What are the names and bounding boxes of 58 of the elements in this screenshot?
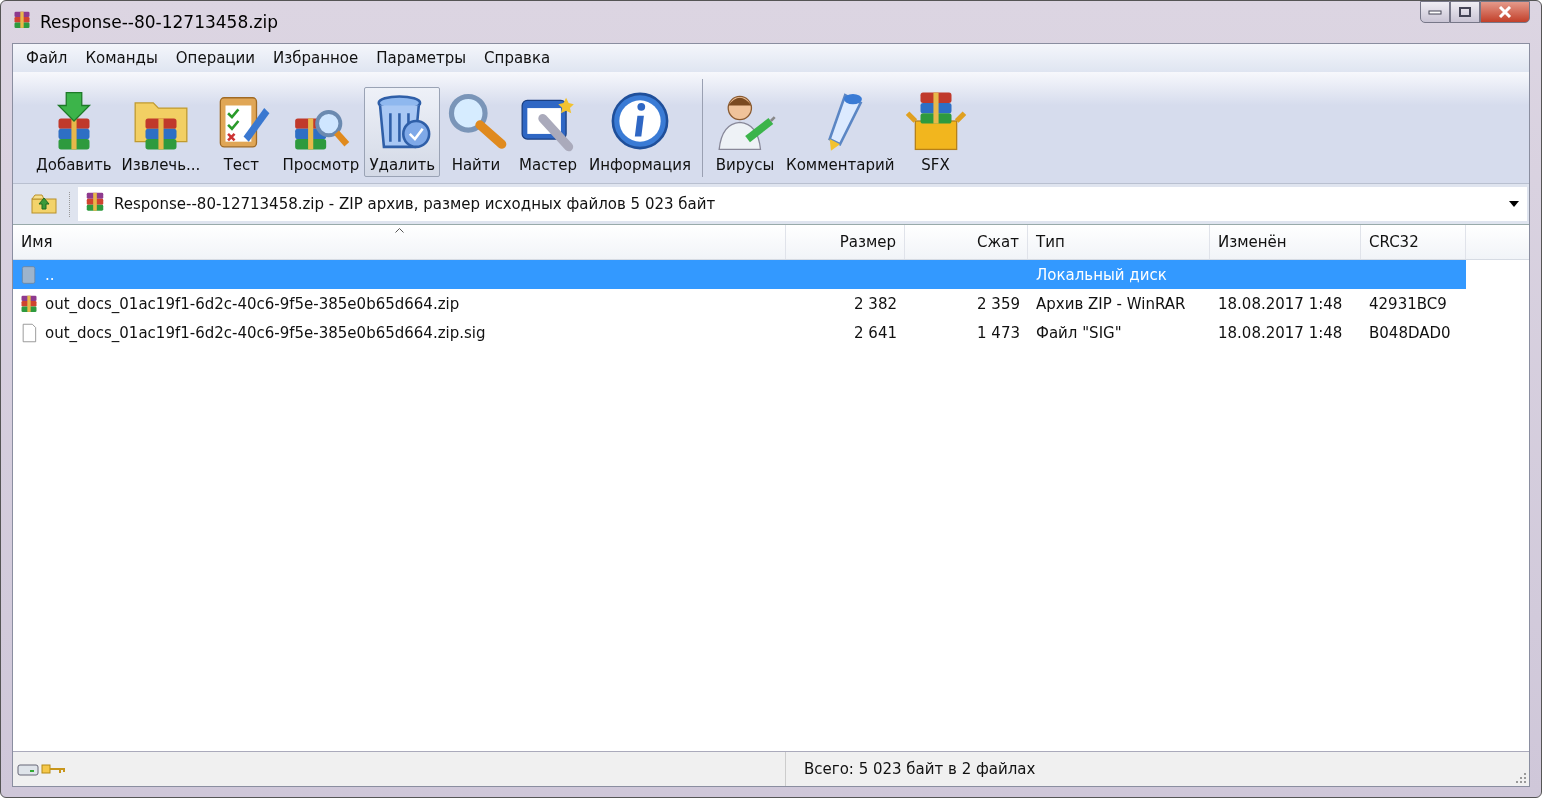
menu-item[interactable]: Справка [475, 49, 560, 67]
address-field[interactable]: Response--80-12713458.zip - ZIP архив, размер исходных файлов 5 023 байт [78, 187, 1527, 221]
column-header[interactable]: Сжат [905, 225, 1028, 259]
menu-item[interactable]: Команды [76, 49, 167, 67]
archive-icon [19, 293, 39, 314]
table-cell: B048DAD0 [1369, 323, 1451, 342]
address-text: Response--80-12713458.zip - ZIP архив, размер исходных файлов 5 023 байт [114, 195, 716, 213]
resize-grip-icon [1516, 773, 1526, 783]
table-cell: 42931BC9 [1369, 294, 1447, 313]
toolbar-button[interactable]: Найти [440, 87, 512, 177]
menu-item[interactable]: Параметры [367, 49, 476, 67]
table-cell: out_docs_01ac19f1-6d2c-40c6-9f5e-385e0b65d664.zip [45, 294, 460, 313]
toolbar-button[interactable]: Тест [205, 87, 278, 177]
file-row[interactable]: out_docs_01ac19f1-6d2c-40c6-9f5e-385e0b65d664.zip.sig 2 641 1 473 Файл "SIG" 18.08.2017 1:48 B048DAD0 [13, 318, 1466, 347]
window-title: Response--80-12713458.zip [40, 12, 279, 32]
column-header[interactable]: Изменён [1210, 225, 1361, 259]
column-header[interactable]: Тип [1028, 225, 1210, 259]
column-header[interactable]: CRC32 [1361, 225, 1466, 259]
table-cell: 2 641 [854, 323, 897, 342]
table-cell: Архив ZIP - WinRAR [1036, 294, 1186, 313]
status-text: Всего: 5 023 байт в 2 файлах [803, 760, 1036, 778]
toolbar-button[interactable]: SFX [899, 87, 972, 177]
toolbar-button[interactable]: Информация [584, 87, 697, 177]
menu-item[interactable]: Операции [166, 49, 265, 67]
table-cell: 1 473 [977, 323, 1020, 342]
table-cell: .. [45, 265, 55, 284]
file-row[interactable]: out_docs_01ac19f1-6d2c-40c6-9f5e-385e0b65d664.zip 2 382 2 359 Архив ZIP - WinRAR 18.08.2017 1:48 42931BC9 [13, 289, 1466, 318]
toolbar-button[interactable]: Комментарий [781, 87, 900, 177]
dropdown-arrow-icon [1509, 201, 1519, 207]
toolbar-button[interactable]: Просмотр [277, 87, 365, 177]
toolbar-button[interactable]: Мастер [512, 87, 584, 177]
close-button[interactable] [1480, 1, 1530, 23]
column-header[interactable]: Размер [786, 225, 905, 259]
minimize-button[interactable] [1420, 1, 1450, 23]
key-icon [41, 763, 67, 775]
box-with-books-icon [904, 90, 967, 152]
maximize-button[interactable] [1450, 1, 1480, 23]
table-cell: 2 359 [977, 294, 1020, 313]
toolbar-button[interactable]: Вирусы [709, 87, 782, 177]
drive-icon [17, 762, 39, 776]
toolbar-button[interactable]: Удалить [364, 87, 440, 177]
maximize-icon [1458, 6, 1472, 18]
table-cell: 18.08.2017 1:48 [1218, 294, 1343, 313]
info-icon [609, 90, 671, 152]
toolbar-button[interactable]: Добавить [31, 87, 117, 177]
column-header[interactable]: Имя [13, 225, 786, 259]
menu-item[interactable]: Файл [17, 49, 77, 67]
close-icon [1498, 6, 1512, 18]
table-cell: 18.08.2017 1:48 [1218, 323, 1343, 342]
archive-icon [84, 191, 106, 213]
table-cell: Файл "SIG" [1036, 323, 1122, 342]
archive-icon [12, 10, 32, 30]
toolbar-button[interactable]: Извлечь... [116, 87, 206, 177]
minimize-icon [1428, 9, 1442, 15]
table-cell: Локальный диск [1036, 265, 1167, 284]
menu-item[interactable]: Избранное [264, 49, 368, 67]
table-cell: 2 382 [854, 294, 897, 313]
table-cell: out_docs_01ac19f1-6d2c-40c6-9f5e-385e0b65d664.zip.sig [45, 323, 486, 342]
